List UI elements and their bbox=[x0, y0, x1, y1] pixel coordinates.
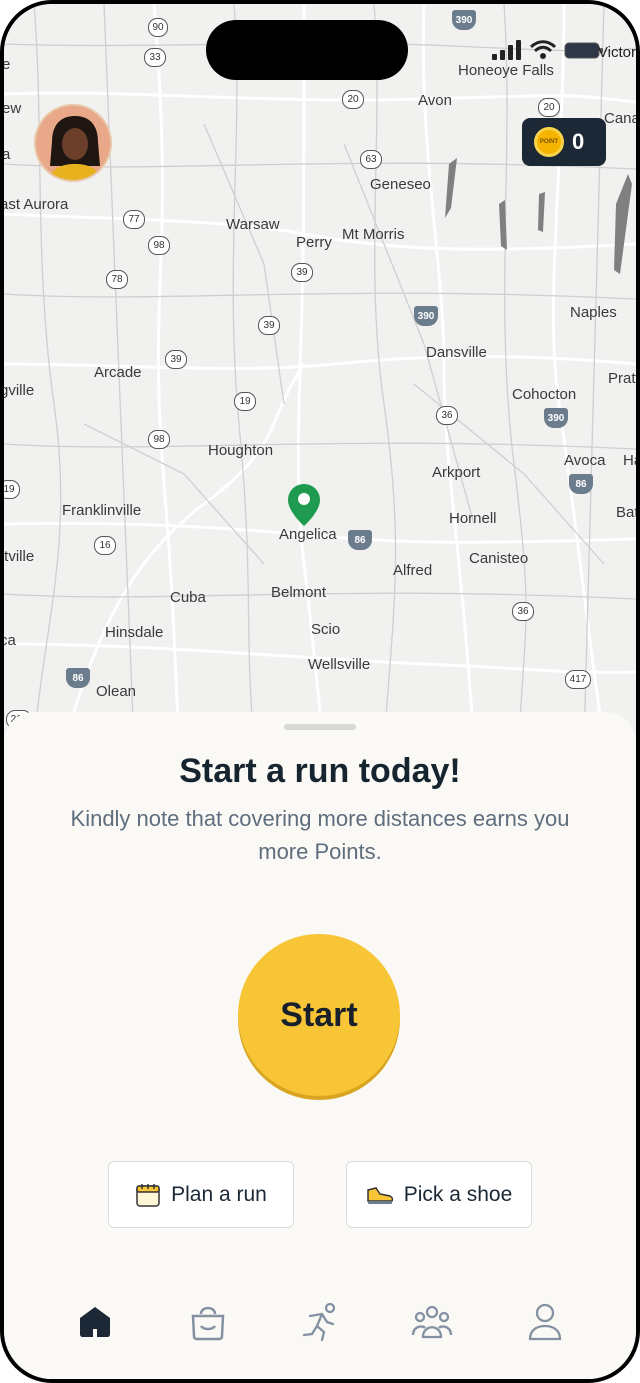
plan-run-label: Plan a run bbox=[171, 1182, 267, 1206]
wifi-icon bbox=[530, 40, 556, 59]
map-label: Honeoye Falls bbox=[458, 62, 554, 79]
interstate-shield: 86 bbox=[348, 530, 372, 550]
map-label: Arkport bbox=[432, 464, 481, 481]
bottom-sheet: Start a run today! Kindly note that cove… bbox=[4, 712, 636, 1379]
map-label: Mt Morris bbox=[342, 226, 405, 243]
pick-shoe-label: Pick a shoe bbox=[403, 1182, 513, 1206]
plan-run-button[interactable]: Plan a run bbox=[108, 1161, 294, 1228]
route-shield: 20 bbox=[342, 90, 364, 109]
profile-icon bbox=[528, 1303, 561, 1341]
route-shield: 63 bbox=[360, 150, 382, 169]
route-shield: 98 bbox=[148, 430, 170, 449]
calendar-icon bbox=[136, 1183, 160, 1207]
map-label: Naples bbox=[570, 304, 617, 321]
interstate-shield: 86 bbox=[66, 668, 90, 688]
route-shield: 39 bbox=[165, 350, 187, 369]
map-label: Canisteo bbox=[469, 550, 529, 567]
map-label: Houghton bbox=[208, 442, 274, 459]
route-shield: 20 bbox=[538, 98, 560, 117]
map-label: Olean bbox=[96, 683, 137, 700]
tab-bar bbox=[4, 1292, 636, 1352]
screen: Honeoye Falls Avon Cana ew a e ast Auror… bbox=[4, 4, 636, 1379]
map-label: Cohocton bbox=[512, 386, 577, 403]
route-shield: 39 bbox=[258, 316, 280, 335]
map-label: Wellsville bbox=[308, 656, 371, 673]
map-label: Cana bbox=[604, 110, 636, 127]
route-shield: 77 bbox=[123, 210, 145, 229]
points-value: 0 bbox=[572, 129, 585, 154]
tab-shop[interactable] bbox=[178, 1297, 238, 1347]
route-shield: 16 bbox=[94, 536, 116, 555]
route-shield: 19 bbox=[234, 392, 256, 411]
interstate-shield: 86 bbox=[569, 474, 593, 494]
map-label: Hinsdale bbox=[105, 624, 164, 641]
user-avatar[interactable] bbox=[34, 104, 112, 182]
route-shield: 417 bbox=[565, 670, 591, 689]
status-label: Victor bbox=[597, 44, 636, 61]
route-shield: 90 bbox=[148, 18, 168, 37]
map-label: Avoca bbox=[564, 452, 606, 469]
map-label: ast Aurora bbox=[4, 196, 69, 213]
map-label: Avon bbox=[418, 92, 452, 109]
drag-handle[interactable] bbox=[284, 724, 356, 730]
map-label: Geneseo bbox=[370, 176, 431, 193]
map-label: Belmont bbox=[271, 584, 327, 601]
home-icon bbox=[80, 1307, 111, 1337]
points-badge[interactable]: POINT 0 bbox=[522, 118, 606, 166]
route-shield: 39 bbox=[291, 263, 313, 282]
map-label: Scio bbox=[311, 621, 341, 638]
tab-run[interactable] bbox=[290, 1297, 350, 1347]
shoe-icon bbox=[366, 1186, 393, 1204]
sheet-subtitle: Kindly note that covering more distances… bbox=[70, 806, 570, 864]
tab-profile[interactable] bbox=[515, 1297, 575, 1347]
signal-icon bbox=[492, 40, 521, 60]
map-label: ttville bbox=[4, 548, 35, 565]
map-label: Arcade bbox=[94, 364, 142, 381]
map-label: Bat bbox=[616, 504, 636, 521]
interstate-shield: 390 bbox=[452, 10, 476, 30]
map-label: Alfred bbox=[393, 562, 433, 579]
map-label: Perry bbox=[296, 234, 332, 251]
tab-community[interactable] bbox=[402, 1297, 462, 1347]
interstate-shield: 390 bbox=[414, 306, 438, 326]
route-shield: 36 bbox=[436, 406, 458, 425]
map-label: Warsaw bbox=[226, 216, 280, 233]
start-run-button[interactable]: Start bbox=[238, 934, 400, 1096]
sheet-title: Start a run today! bbox=[179, 752, 461, 790]
dynamic-island bbox=[206, 20, 408, 80]
coin-icon: POINT bbox=[534, 127, 564, 157]
map-label: Angelica bbox=[279, 526, 337, 543]
status-bar bbox=[492, 40, 604, 60]
tab-home[interactable] bbox=[65, 1297, 125, 1347]
route-shield: 36 bbox=[512, 602, 534, 621]
route-shield: 33 bbox=[144, 48, 166, 67]
running-icon bbox=[302, 1302, 336, 1342]
community-icon bbox=[412, 1305, 453, 1339]
route-shield: 78 bbox=[106, 270, 128, 289]
map-label: Pratt bbox=[608, 370, 636, 387]
map-label: Ha bbox=[623, 452, 636, 469]
map-label: Franklinville bbox=[62, 502, 142, 519]
pick-shoe-button[interactable]: Pick a shoe bbox=[346, 1161, 532, 1228]
map-label: a bbox=[4, 146, 11, 163]
interstate-shield: 390 bbox=[544, 408, 568, 428]
map-label: e bbox=[4, 56, 11, 73]
map-label: Dansville bbox=[426, 344, 487, 361]
map-label: Cuba bbox=[170, 589, 206, 606]
shop-bag-icon bbox=[191, 1306, 224, 1341]
map-label: gville bbox=[4, 382, 35, 399]
route-shield: 98 bbox=[148, 236, 170, 255]
map-label: ew bbox=[4, 100, 22, 117]
device-frame: Honeoye Falls Avon Cana ew a e ast Auror… bbox=[0, 0, 640, 1383]
map-label: ca bbox=[4, 632, 16, 649]
map-label: Hornell bbox=[449, 510, 497, 527]
